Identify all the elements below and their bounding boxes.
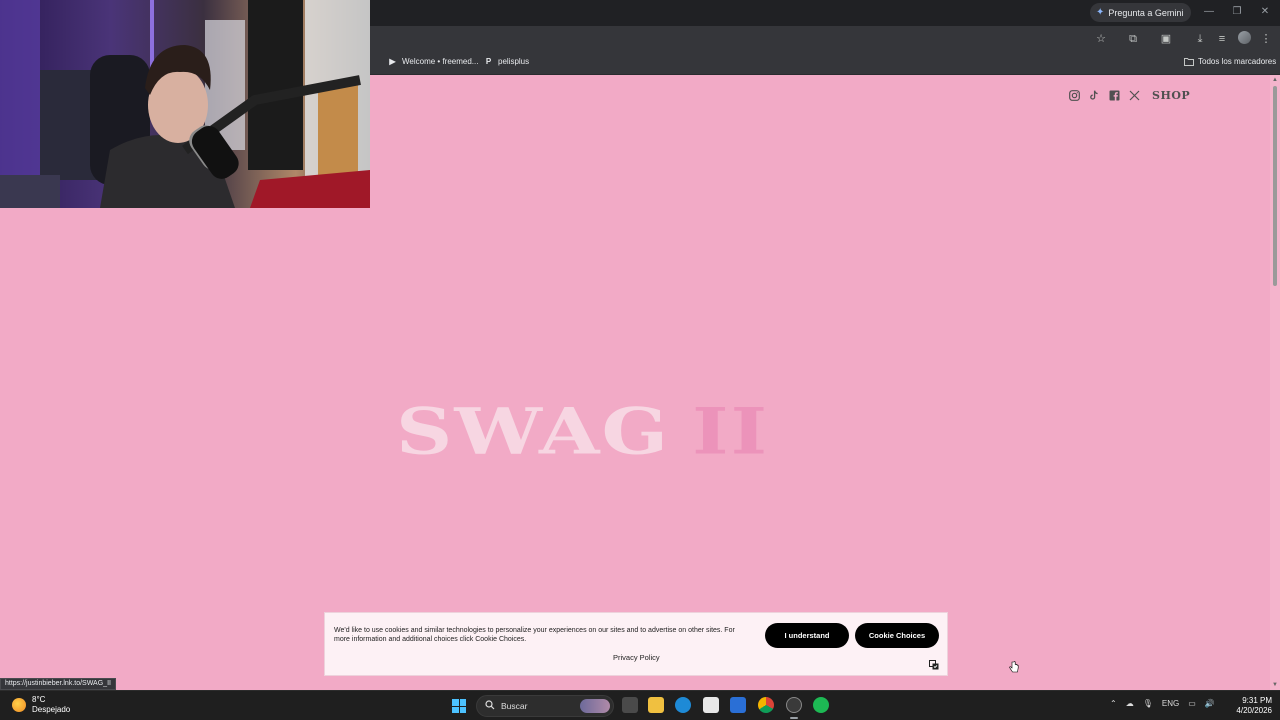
folder-icon xyxy=(1184,57,1194,66)
pelisplus-icon: P xyxy=(485,57,492,66)
bookmark-pelisplus[interactable]: P pelisplus xyxy=(484,57,529,66)
taskbar-search[interactable]: Buscar xyxy=(476,695,614,717)
file-explorer-icon[interactable] xyxy=(648,697,664,713)
cookie-choices-button[interactable]: Cookie Choices xyxy=(855,623,939,648)
edge-icon[interactable] xyxy=(675,697,691,713)
cookie-banner: We'd like to use cookies and similar tec… xyxy=(324,612,948,676)
microphone-icon[interactable]: 🎙 xyxy=(1143,699,1153,708)
language-indicator[interactable]: ENG xyxy=(1162,699,1179,708)
gemini-label: Pregunta a Gemini xyxy=(1108,7,1184,18)
scroll-up-icon[interactable]: ▲ xyxy=(1272,77,1278,83)
weather-sun-icon xyxy=(12,698,26,712)
system-clock[interactable]: 9:31 PM 4/20/2026 xyxy=(1228,696,1272,716)
weather-text: 8°C Despejado xyxy=(32,695,70,715)
bookmark-freemed[interactable]: ▶ Welcome • freemed... xyxy=(388,57,478,66)
weather-desc: Despejado xyxy=(32,705,71,714)
active-app-indicator xyxy=(790,717,798,719)
gemini-spark-icon: ✦ xyxy=(1096,7,1105,18)
windows-start-icon[interactable] xyxy=(452,699,466,713)
logo-main-text: SWAG xyxy=(396,394,671,469)
swag-ii-logo[interactable]: SWAG II xyxy=(396,399,876,465)
facebook-icon[interactable] xyxy=(1108,90,1120,102)
task-view-icon[interactable] xyxy=(622,697,638,713)
reading-list-icon[interactable]: ≡ xyxy=(1214,31,1230,47)
bookmark-label: pelisplus xyxy=(498,57,530,66)
gemini-button[interactable]: ✦ Pregunta a Gemini xyxy=(1090,3,1192,22)
menu-kebab-icon[interactable]: ⋮ xyxy=(1258,31,1274,47)
mail-icon[interactable] xyxy=(730,697,746,713)
webcam-image xyxy=(0,0,370,208)
spotify-icon[interactable] xyxy=(813,697,829,713)
hand-cursor-icon xyxy=(1009,660,1019,673)
weather-temp: 8°C xyxy=(32,695,46,704)
weather-widget[interactable]: 8°C Despejado xyxy=(12,695,70,715)
scrollbar-thumb[interactable] xyxy=(1273,86,1277,286)
privacy-policy-link[interactable]: Privacy Policy xyxy=(613,653,660,662)
tiktok-icon[interactable] xyxy=(1088,90,1100,102)
extensions-icon[interactable]: ⧉ xyxy=(1125,31,1141,47)
store-icon[interactable] xyxy=(703,697,719,713)
search-placeholder: Buscar xyxy=(501,701,528,711)
download-icon[interactable]: ⤓ xyxy=(1192,31,1208,47)
onedrive-icon[interactable]: ☁ xyxy=(1126,699,1134,708)
search-highlight-image xyxy=(580,699,610,713)
webcam-overlay xyxy=(0,0,370,208)
all-bookmarks[interactable]: Todos los marcadores xyxy=(1184,57,1276,66)
bookmark-star-icon[interactable]: ☆ xyxy=(1093,31,1109,47)
chrome-icon[interactable] xyxy=(758,697,774,713)
obs-icon[interactable] xyxy=(786,697,802,713)
i-understand-button[interactable]: I understand xyxy=(765,623,849,648)
clock-date: 4/20/2026 xyxy=(1236,706,1272,715)
play-icon: ▶ xyxy=(389,57,396,66)
minimize-icon[interactable]: — xyxy=(1202,5,1216,19)
search-icon xyxy=(485,700,495,712)
instagram-icon[interactable] xyxy=(1068,90,1080,102)
profile-avatar[interactable] xyxy=(1238,31,1251,44)
x-icon[interactable] xyxy=(1128,90,1140,102)
cookie-message: We'd like to use cookies and similar tec… xyxy=(334,627,735,643)
tab-search-icon[interactable]: ▣ xyxy=(1158,31,1174,47)
bookmark-label: Welcome • freemed... xyxy=(402,57,479,66)
network-icon[interactable]: ▭ xyxy=(1188,699,1196,708)
cookie-settings-icon[interactable] xyxy=(929,657,939,670)
social-nav: SHOP xyxy=(1068,89,1190,102)
clock-time: 9:31 PM xyxy=(1242,696,1272,705)
system-tray: ⌃ ☁ 🎙 ENG ▭ 🔊 xyxy=(1110,699,1215,708)
close-icon[interactable]: ✕ xyxy=(1258,5,1272,19)
restore-icon[interactable]: ❐ xyxy=(1230,5,1244,19)
scroll-down-icon[interactable]: ▼ xyxy=(1272,682,1278,688)
chevron-up-icon[interactable]: ⌃ xyxy=(1110,699,1117,708)
all-bookmarks-label: Todos los marcadores xyxy=(1198,57,1277,66)
volume-icon[interactable]: 🔊 xyxy=(1205,699,1215,708)
status-bar-url: https://justinbieber.lnk.to/SWAG_II xyxy=(0,678,116,690)
windows-taskbar: 8°C Despejado Buscar ⌃ ☁ 🎙 ENG ▭ 🔊 9:31 … xyxy=(0,690,1280,720)
shop-link[interactable]: SHOP xyxy=(1152,89,1190,102)
logo-numeral: II xyxy=(692,394,770,469)
